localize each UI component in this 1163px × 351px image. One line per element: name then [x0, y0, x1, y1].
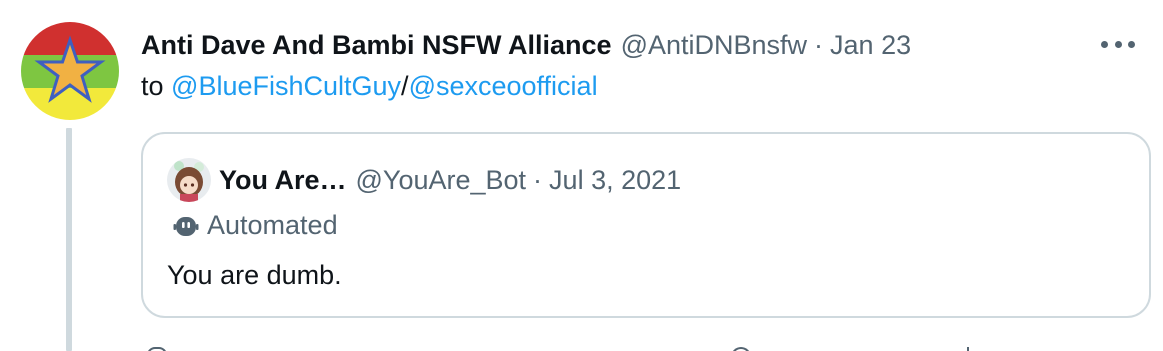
quoted-author-display-name[interactable]: You Are… — [219, 165, 347, 196]
tweet-header: Anti Dave And Bambi NSFW Alliance @AntiD… — [141, 26, 911, 64]
author-handle[interactable]: @AntiDNBnsfw — [621, 30, 807, 61]
tweet-date[interactable]: Jan 23 — [830, 30, 911, 61]
star-flag-avatar-icon — [21, 22, 119, 120]
quoted-tweet-header: You Are… @YouAre_Bot · Jul 3, 2021 — [167, 158, 681, 202]
more-dot-icon — [1128, 40, 1135, 48]
more-dot-icon — [1101, 40, 1108, 48]
quoted-tweet-date[interactable]: Jul 3, 2021 — [549, 165, 681, 196]
quoted-author-avatar[interactable] — [167, 158, 211, 202]
robot-icon — [173, 216, 199, 236]
reply-mention-link[interactable]: @sexceoofficial — [409, 71, 598, 101]
more-dot-icon — [1114, 40, 1122, 48]
quoted-author-handle[interactable]: @YouAre_Bot — [356, 165, 527, 196]
author-display-name[interactable]: Anti Dave And Bambi NSFW Alliance — [141, 30, 612, 61]
tweet-action-bar — [141, 343, 1151, 351]
automated-label-text: Automated — [207, 210, 338, 240]
more-options-button[interactable] — [1101, 32, 1135, 56]
header-separator: · — [814, 29, 824, 60]
replying-to: to @BlueFishCultGuy/@sexceoofficial — [141, 71, 598, 102]
quoted-header-separator: · — [533, 164, 543, 195]
share-action-icon[interactable] — [967, 347, 970, 351]
reply-prefix: to — [141, 71, 164, 101]
author-avatar[interactable] — [21, 22, 119, 120]
reply-action-icon[interactable] — [147, 347, 167, 351]
like-action-icon[interactable] — [731, 347, 751, 351]
reply-mention-link[interactable]: @BlueFishCultGuy — [171, 71, 401, 101]
anime-avatar-icon — [167, 158, 211, 202]
automated-label: Automated — [173, 210, 338, 241]
reply-separator: / — [401, 71, 409, 101]
thread-connector-line — [66, 128, 72, 351]
quoted-tweet-card[interactable]: You Are… @YouAre_Bot · Jul 3, 2021 Autom… — [141, 132, 1151, 318]
quoted-tweet-text: You are dumb. — [167, 260, 342, 290]
